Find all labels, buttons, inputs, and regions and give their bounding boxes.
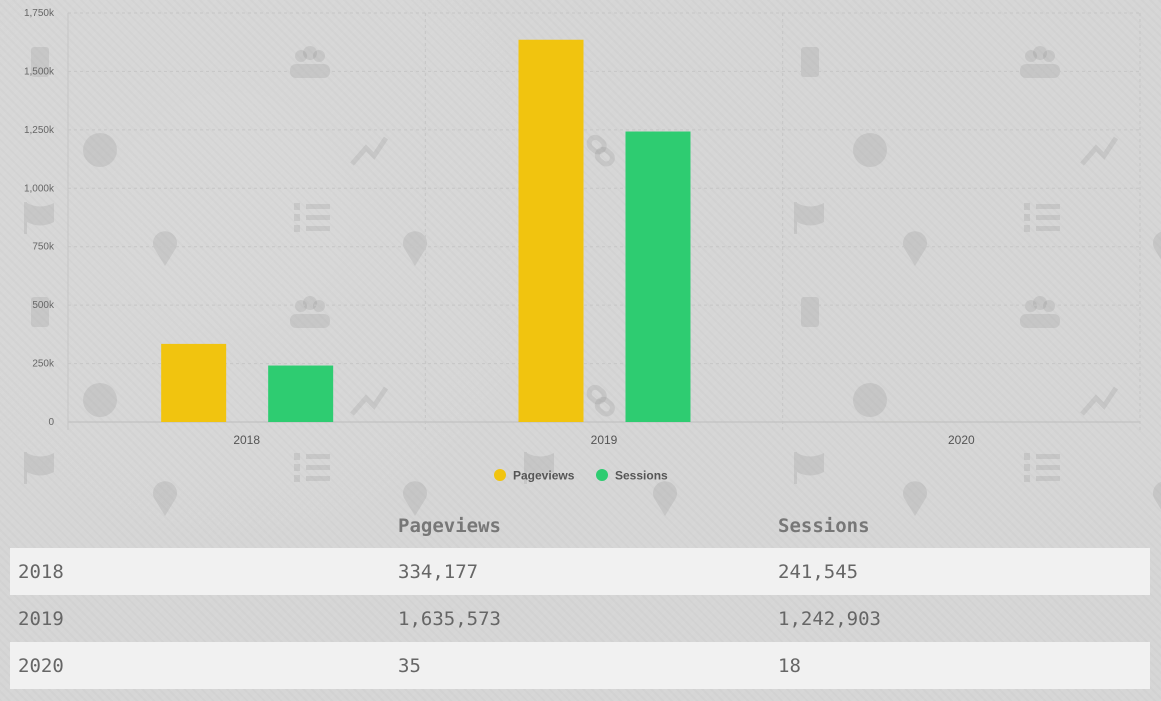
table-cell-year: 2019 xyxy=(18,607,64,630)
bar-pageviews-2018 xyxy=(161,343,227,422)
bar-pageviews-2019 xyxy=(518,39,584,422)
table-cell-sessions: 1,242,903 xyxy=(778,607,881,630)
table-header-sessions: Sessions xyxy=(778,515,870,537)
table-header-row: Pageviews Sessions xyxy=(10,504,1150,548)
table-cell-pageviews: 334,177 xyxy=(398,560,479,583)
legend-marker-pageviews xyxy=(494,469,506,481)
y-tick-label: 750k xyxy=(32,242,55,253)
table-cell-year: 2020 xyxy=(18,654,64,677)
legend-label-sessions: Sessions xyxy=(615,469,668,483)
table-cell-sessions: 241,545 xyxy=(778,560,859,583)
bar-sessions-2018 xyxy=(268,365,334,422)
y-tick-label: 250k xyxy=(32,359,55,370)
bar-chart: 0 250k 500k 750k 1,000k 1,250k 1,500k 1,750k 201… xyxy=(24,8,1141,483)
legend-label-pageviews: Pageviews xyxy=(513,469,575,483)
data-table: Pageviews Sessions 2018 334,177 241,545 … xyxy=(10,504,1150,689)
table-cell-pageviews: 35 xyxy=(398,654,421,677)
table-cell-sessions: 18 xyxy=(778,654,801,677)
table-header-pageviews: Pageviews xyxy=(398,515,501,537)
y-tick-label: 1,750k xyxy=(24,8,55,19)
table-row: 2018 334,177 241,545 xyxy=(10,548,1150,595)
y-tick-label: 1,500k xyxy=(24,66,55,77)
x-tick-label: 2020 xyxy=(948,433,975,447)
table-cell-pageviews: 1,635,573 xyxy=(398,607,501,630)
table-row: 2020 35 18 xyxy=(10,642,1150,689)
y-tick-label: 500k xyxy=(32,300,55,311)
y-tick-label: 1,250k xyxy=(24,125,55,136)
table-row: 2019 1,635,573 1,242,903 xyxy=(10,595,1150,642)
y-tick-label: 1,000k xyxy=(24,183,55,194)
legend-marker-sessions xyxy=(596,469,608,481)
x-tick-label: 2019 xyxy=(591,433,618,447)
table-cell-year: 2018 xyxy=(18,560,64,583)
y-tick-label: 0 xyxy=(48,417,54,428)
x-tick-label: 2018 xyxy=(233,433,260,447)
bar-sessions-2019 xyxy=(625,131,691,422)
